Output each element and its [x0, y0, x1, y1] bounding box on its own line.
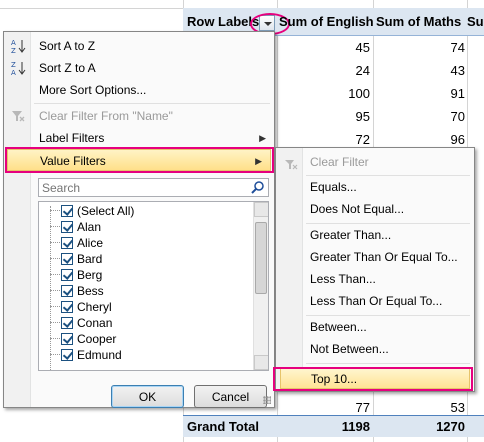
less-than-or-equal-item[interactable]: Less Than Or Equal To... [276, 290, 474, 312]
checkbox[interactable] [61, 333, 73, 345]
list-vertical-scrollbar[interactable] [253, 202, 268, 370]
grand-total-english[interactable]: 1198 [300, 419, 370, 434]
less-than-item[interactable]: Less Than... [276, 268, 474, 290]
between-item[interactable]: Between... [276, 316, 474, 338]
search-icon [251, 180, 265, 194]
checkbox[interactable] [61, 253, 73, 265]
list-item-label: (Select All) [77, 204, 135, 218]
english-cell[interactable]: 45 [300, 40, 370, 55]
search-field[interactable] [38, 178, 269, 197]
tree-connector [50, 206, 51, 370]
maths-cell[interactable]: 70 [395, 109, 465, 124]
not-between-item[interactable]: Not Between... [276, 338, 474, 360]
english-cell[interactable]: 72 [300, 132, 370, 147]
equals-item[interactable]: Equals... [276, 176, 474, 198]
does-not-equal-item[interactable]: Does Not Equal... [276, 198, 474, 220]
name-checkbox-list[interactable]: (Select All) Alan Alice Bard Berg Bess C… [38, 201, 269, 371]
label-filters-label: Label Filters [39, 131, 105, 145]
list-item-label: Alan [77, 220, 102, 234]
sum-of-english-header[interactable]: Sum of English [279, 14, 374, 29]
list-item-label: Berg [77, 268, 103, 282]
scroll-thumb[interactable] [255, 222, 267, 294]
sum-of-maths-header[interactable]: Sum of Maths [376, 14, 461, 29]
does-not-equal-label: Does Not Equal... [310, 202, 405, 216]
checkbox[interactable] [61, 221, 73, 233]
clear-filter-label: Clear Filter [310, 155, 369, 169]
scroll-up-button[interactable] [254, 202, 268, 217]
value-filters-highlight-box [5, 147, 274, 173]
maths-cell[interactable]: 96 [395, 132, 465, 147]
scroll-down-button[interactable] [254, 355, 268, 370]
ok-button[interactable]: OK [111, 385, 184, 408]
sort-a-to-z-label: Sort A to Z [39, 39, 96, 53]
sort-z-to-a-item[interactable]: ZA Sort Z to A [4, 57, 274, 79]
checkbox[interactable] [61, 205, 73, 217]
row-labels-header[interactable]: Row Labels [187, 14, 259, 29]
next-column-header[interactable]: Su [467, 14, 484, 29]
greater-than-item[interactable]: Greater Than... [276, 224, 474, 246]
more-sort-options-label: More Sort Options... [39, 83, 147, 97]
equals-label: Equals... [310, 180, 357, 194]
less-than-label: Less Than... [310, 272, 376, 286]
svg-text:A: A [11, 69, 16, 76]
sort-a-to-z-item[interactable]: AZ Sort A to Z [4, 35, 274, 57]
svg-text:Z: Z [11, 61, 16, 69]
label-filters-item[interactable]: Label Filters ▶ [4, 127, 274, 149]
grand-total-maths[interactable]: 1270 [395, 419, 465, 434]
clear-filter-from-name-item[interactable]: Clear Filter From "Name" [4, 105, 274, 127]
checkbox[interactable] [61, 301, 73, 313]
value-filters-submenu: Clear Filter Equals... Does Not Equal...… [275, 147, 475, 392]
menu-separator [306, 363, 470, 364]
menu-separator [34, 103, 270, 104]
list-item-label: Bard [77, 252, 103, 266]
not-between-label: Not Between... [310, 342, 389, 356]
checkbox[interactable] [61, 349, 73, 361]
list-item-label: Cooper [77, 332, 117, 346]
list-item-label: Alice [77, 236, 104, 250]
more-sort-options-item[interactable]: More Sort Options... [4, 79, 274, 101]
greater-than-or-equal-label: Greater Than Or Equal To... [310, 250, 458, 264]
svg-text:A: A [11, 39, 16, 47]
maths-cell[interactable]: 43 [395, 63, 465, 78]
svg-text:Z: Z [11, 47, 16, 54]
checkbox[interactable] [61, 237, 73, 249]
maths-cell[interactable]: 53 [395, 400, 465, 415]
row-labels-filter-menu: AZ Sort A to Z ZA Sort Z to A More Sort … [3, 31, 275, 408]
sort-descending-icon: ZA [10, 60, 26, 77]
top-10-highlight-box [273, 367, 473, 391]
list-item-label: Edmund [77, 348, 122, 362]
english-cell[interactable]: 95 [300, 109, 370, 124]
clear-filter-item[interactable]: Clear Filter [276, 151, 474, 173]
clear-filter-from-name-label: Clear Filter From "Name" [39, 109, 173, 123]
list-item-label: Conan [77, 316, 113, 330]
resize-grip-icon[interactable] [263, 396, 271, 404]
checkbox[interactable] [61, 285, 73, 297]
sort-ascending-icon: AZ [10, 38, 26, 55]
english-cell[interactable]: 77 [300, 400, 370, 415]
maths-cell[interactable]: 74 [395, 40, 465, 55]
checkbox[interactable] [61, 269, 73, 281]
clear-filter-icon [10, 108, 26, 124]
checkbox[interactable] [61, 317, 73, 329]
cancel-button[interactable]: Cancel [194, 385, 267, 408]
greater-than-or-equal-item[interactable]: Greater Than Or Equal To... [276, 246, 474, 268]
maths-cell[interactable]: 91 [395, 86, 465, 101]
search-input[interactable] [39, 179, 239, 196]
list-item-label: Bess [77, 284, 104, 298]
grand-total-label[interactable]: Grand Total [187, 419, 259, 434]
english-cell[interactable]: 24 [300, 63, 370, 78]
greater-than-label: Greater Than... [310, 228, 392, 242]
english-cell[interactable]: 100 [300, 86, 370, 101]
between-label: Between... [310, 320, 367, 334]
sort-z-to-a-label: Sort Z to A [39, 61, 96, 75]
submenu-arrow-icon: ▶ [259, 133, 266, 143]
less-than-or-equal-label: Less Than Or Equal To... [310, 294, 443, 308]
list-item-label: Cheryl [77, 300, 112, 314]
